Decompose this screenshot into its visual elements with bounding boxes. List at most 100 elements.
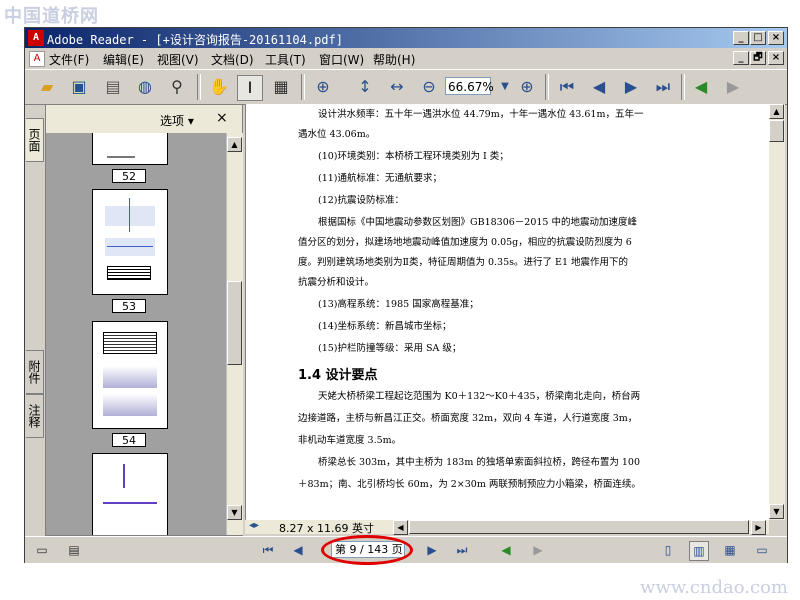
go-back-icon[interactable]: ◀ [689,75,713,99]
doc-text-line: 非机动车道宽度 3.5m。 [298,435,402,446]
snapshot-icon[interactable]: ▦ [269,75,293,99]
menu-document[interactable]: 文档(D) [211,51,254,68]
doc-restore-button[interactable]: 🗗 [750,51,766,65]
doc-text-line: ＋83m；南、北引桥均长 60m，为 2×30m 两联预制预应力小箱梁，桥面连续… [298,479,641,490]
single-page-icon[interactable]: ▯ [659,541,677,559]
menu-window[interactable]: 窗口(W) [319,51,364,68]
menu-view[interactable]: 视图(V) [157,51,199,68]
maximize-button[interactable]: □ [750,31,766,45]
monitor-icon[interactable]: ▭ [33,541,51,559]
title-bar[interactable]: A Adobe Reader - [+设计咨询报告-20161104.pdf] … [25,28,787,48]
scroll-left-arrow-icon[interactable]: ◀ [393,520,408,535]
side-tabs: 页面 附件 注释 [25,104,45,534]
first-page-icon[interactable]: ⏮ [555,75,579,99]
menu-tools[interactable]: 工具(T) [265,51,306,68]
doc-close-button[interactable]: × [768,51,784,65]
pages-panel: 选项 ▾ × 52 53 54 ▲ ▼ [45,104,243,536]
scroll-up-arrow-icon[interactable]: ▲ [227,137,242,152]
hand-tool-icon[interactable]: ✋ [207,75,231,99]
doc-text-line: 值分区的划分，拟建场地地震动峰值加速度为 0.05g，相应的抗震设防烈度为 6 [298,237,632,248]
page-number-label: 54 [112,433,146,447]
menu-file[interactable]: 文件(F) [49,51,89,68]
scroll-right-arrow-icon[interactable]: ▶ [751,520,766,535]
previous-page-nav-icon[interactable]: ◀ [289,541,307,559]
open-folder-icon[interactable]: ▰ [35,75,59,99]
page-number-label: 53 [112,299,146,313]
doc-text-line: (15)护栏防撞等级：采用 SA 级； [318,343,462,354]
fit-page-icon[interactable]: ↕ [353,75,377,99]
doc-text-line: (14)坐标系统：新昌城市坐标； [318,321,452,332]
status-bar: ▭ ▤ ⏮ ◀ 第 9 / 143 页 ▶ ⏭ ◀ ▶ ▯ ▥ ▦ ▭ [25,535,787,565]
menu-edit[interactable]: 编辑(E) [103,51,144,68]
scroll-down-arrow-icon[interactable]: ▼ [227,505,242,520]
tab-pages[interactable]: 页面 [26,118,44,162]
doc-text-line: (10)环境类别：本桥桥工程环境类别为 I 类； [318,151,509,162]
back-nav-icon[interactable]: ◀ [497,541,515,559]
toolbar-separator [545,74,549,100]
toolbar: ▰ ▣ ▤ ◍ ⚲ ✋ I ▦ ⊕ ↕ ↔ ⊖ 66.67% ▼ ⊕ ⏮ ◀ ▶… [25,69,787,105]
doc-text-line: 遇水位 43.06m。 [298,129,376,140]
document-view[interactable]: 设计洪水频率：五十年一遇洪水位 44.79m，十年一遇水位 43.61m，五年一… [245,104,770,520]
doc-text-line: 设计洪水频率：五十年一遇洪水位 44.79m，十年一遇水位 43.61m，五年一 [318,109,644,120]
minimize-button[interactable]: _ [733,31,749,45]
zoom-dropdown-icon[interactable]: ▼ [493,75,517,99]
page-number-label: 52 [112,169,146,183]
doc-text-line: 天姥大桥桥梁工程起讫范围为 K0＋132～K0＋435，桥梁南北走向，桥台两 [318,391,641,402]
doc-text-line: 度。判别建筑场地类别为Ⅱ类，特征周期值为 0.35s。进行了 E1 地震作用下的 [298,257,629,268]
page-thumbnail-55[interactable] [92,453,168,535]
scroll-down-arrow-icon[interactable]: ▼ [769,504,784,519]
menu-help[interactable]: 帮助(H) [373,51,415,68]
pdf-doc-icon[interactable]: A [29,51,45,67]
print-icon[interactable]: ▤ [101,75,125,99]
go-forward-icon[interactable]: ▶ [721,75,745,99]
app-window: A Adobe Reader - [+设计咨询报告-20161104.pdf] … [24,27,788,565]
search-icon[interactable]: ⚲ [165,75,189,99]
select-tool-icon[interactable]: I [237,75,263,101]
section-heading: 1.4 设计要点 [298,368,378,383]
previous-page-icon[interactable]: ◀ [587,75,611,99]
document-scrollbar[interactable]: ▲ ▼ [769,104,785,520]
tab-comments[interactable]: 注释 [26,394,44,438]
continuous-facing-icon[interactable]: ▭ [753,541,771,559]
split-icon[interactable]: ◂▸ [249,520,259,531]
zoom-out-icon[interactable]: ⊖ [417,75,441,99]
panel-close-button[interactable]: × [216,110,228,126]
doc-text-line: 边接道路，主桥与新昌江正交。桥面宽度 32m，双向 4 车道，人行道宽度 3m， [298,413,638,424]
toolbar-separator [681,74,685,100]
options-dropdown[interactable]: 选项 ▾ [160,112,194,129]
email-icon[interactable]: ◍ [133,75,157,99]
save-icon[interactable]: ▣ [67,75,91,99]
last-page-icon[interactable]: ⏭ [651,75,675,99]
next-page-icon[interactable]: ▶ [619,75,643,99]
doc-minimize-button[interactable]: _ [733,51,749,65]
acrobat-icon: A [28,30,44,46]
fit-width-icon[interactable]: ↔ [385,75,409,99]
zoom-in-tool-icon[interactable]: ⊕ [311,75,335,99]
scroll-thumb[interactable] [769,120,784,142]
close-button[interactable]: × [768,31,784,45]
panel-toggle-icon[interactable]: ▤ [65,541,83,559]
next-page-nav-icon[interactable]: ▶ [423,541,441,559]
tab-attachments[interactable]: 附件 [26,350,44,394]
watermark-top: 中国道桥网 [4,6,99,27]
zoom-in-icon[interactable]: ⊕ [515,75,539,99]
page-thumbnail-54[interactable] [92,321,168,429]
facing-pages-icon[interactable]: ▦ [721,541,739,559]
scroll-thumb[interactable] [409,520,749,534]
doc-text-line: 抗震分析和设计。 [298,277,375,288]
forward-nav-icon[interactable]: ▶ [529,541,547,559]
toolbar-separator [301,74,305,100]
continuous-page-icon[interactable]: ▥ [689,541,709,561]
zoom-input[interactable]: 66.67% [445,77,494,95]
doc-text-line: (11)通航标准：无通航要求； [318,173,443,184]
first-page-nav-icon[interactable]: ⏮ [259,541,277,559]
highlight-oval [321,535,413,565]
horizontal-scrollbar[interactable]: ◂▸ 8.27 x 11.69 英寸 ◀ ▶ [245,520,769,535]
last-page-nav-icon[interactable]: ⏭ [453,541,471,559]
scroll-up-arrow-icon[interactable]: ▲ [769,104,784,119]
thumbnail-list[interactable]: 52 53 54 [46,133,226,535]
page-thumbnail-53[interactable] [92,189,168,295]
page-thumbnail-52[interactable] [92,133,168,165]
scroll-thumb[interactable] [227,281,242,365]
panel-scrollbar[interactable]: ▲ ▼ [226,133,243,535]
